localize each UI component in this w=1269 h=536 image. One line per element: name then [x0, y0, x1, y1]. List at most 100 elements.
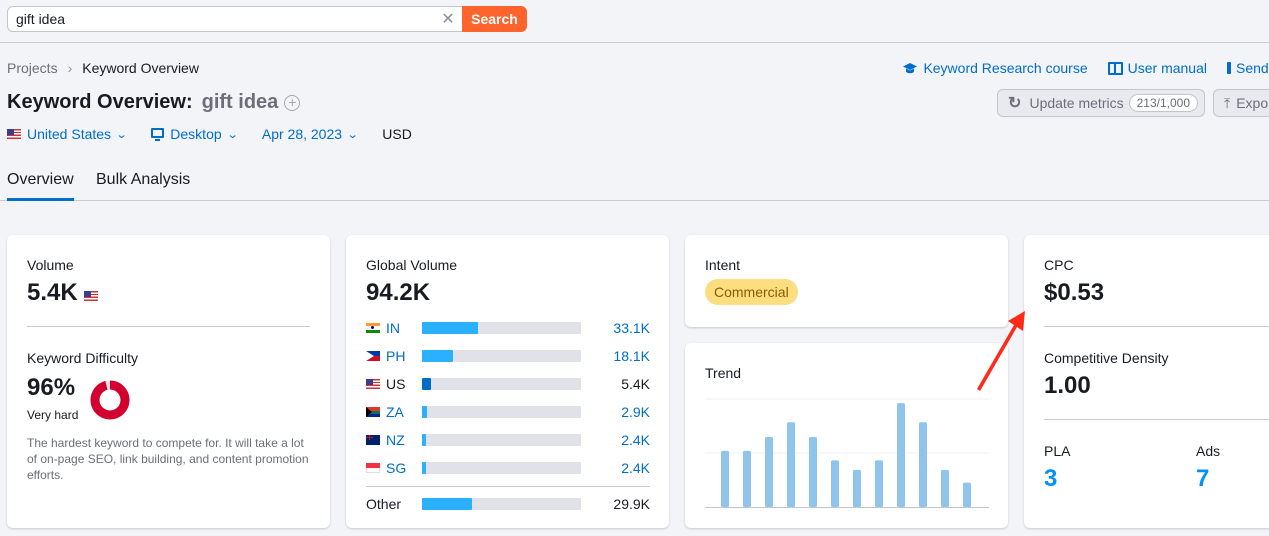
cpc-value: $0.53 — [1044, 279, 1105, 306]
other-label: Other — [366, 496, 402, 512]
update-metrics-label: Update metrics — [1029, 95, 1124, 111]
competitive-density-label: Competitive Density — [1044, 350, 1169, 366]
global-volume-row-nz: NZ 2.4K — [366, 431, 650, 449]
date-select[interactable]: Apr 28, 2023 ⌄ — [262, 126, 359, 142]
kd-value: 96% — [27, 374, 76, 401]
chevron-down-icon: ⌄ — [346, 128, 359, 141]
trend-bar[interactable] — [919, 422, 927, 507]
user-manual-link[interactable]: User manual — [1107, 60, 1207, 76]
chevron-right-icon: › — [67, 60, 73, 76]
trend-card: Trend — [685, 343, 1008, 528]
search-button[interactable]: Search — [462, 6, 527, 32]
divider — [1044, 326, 1269, 327]
trend-bar[interactable] — [941, 469, 949, 507]
country-code[interactable]: IN — [386, 320, 416, 336]
divider — [27, 326, 310, 327]
flag-sg-icon — [366, 463, 380, 473]
country-volume-bar — [422, 350, 581, 362]
global-volume-row-sg: SG 2.4K — [366, 459, 650, 477]
trend-chart — [705, 398, 989, 508]
country-volume-value[interactable]: 5.4K — [621, 376, 650, 392]
country-code[interactable]: PH — [386, 348, 416, 364]
volume-value: 5.4K — [27, 279, 78, 306]
graduation-cap-icon — [903, 62, 918, 73]
us-flag-icon — [7, 129, 21, 139]
global-volume-card: Global Volume 94.2K IN 33.1K PH 18.1K US 5.4K… — [346, 235, 669, 528]
global-volume-row-za: ZA 2.9K — [366, 403, 650, 421]
flag-za-icon — [366, 407, 380, 417]
kd-donut-arc — [90, 380, 130, 420]
cpc-label: CPC — [1044, 257, 1074, 273]
trend-bar[interactable] — [743, 450, 751, 507]
country-code[interactable]: US — [386, 376, 416, 392]
ads-label: Ads — [1196, 443, 1221, 459]
country-volume-bar — [422, 406, 581, 418]
chevron-down-icon: ⌄ — [115, 128, 128, 141]
annotation-arrow-icon — [977, 311, 1025, 391]
trend-bar[interactable] — [963, 482, 971, 507]
export-button[interactable]: ⤒ Export — [1213, 89, 1269, 117]
global-volume-row-in: IN 33.1K — [366, 319, 650, 337]
global-volume-row-us: US 5.4K — [366, 375, 650, 393]
page-title-keyword: gift idea — [201, 91, 279, 113]
keyword-research-course-label: Keyword Research course — [923, 60, 1088, 76]
refresh-icon: ↻ — [1008, 95, 1022, 112]
volume-label: Volume — [27, 257, 74, 273]
trend-bar[interactable] — [831, 460, 839, 507]
country-volume-value[interactable]: 2.4K — [621, 432, 650, 448]
send-feedback-link[interactable]: Send feedback — [1227, 60, 1269, 76]
export-label: Export — [1236, 95, 1269, 111]
intent-label: Intent — [705, 257, 741, 273]
device-select-label: Desktop — [170, 126, 222, 142]
add-to-list-icon[interactable]: + — [284, 94, 301, 111]
global-volume-row-ph: PH 18.1K — [366, 347, 650, 365]
country-select[interactable]: United States ⌄ — [7, 126, 128, 142]
country-code[interactable]: SG — [386, 460, 416, 476]
chevron-down-icon: ⌄ — [226, 128, 239, 141]
chat-icon — [1227, 62, 1231, 74]
other-bar-fill — [422, 498, 473, 510]
kd-label: Keyword Difficulty — [27, 350, 139, 366]
filters-bar: United States ⌄ Desktop ⌄ Apr 28, 2023 ⌄… — [7, 126, 437, 142]
breadcrumb-current: Keyword Overview — [82, 60, 199, 76]
country-volume-bar — [422, 378, 581, 390]
country-volume-value[interactable]: 33.1K — [613, 320, 650, 336]
country-code[interactable]: NZ — [386, 432, 416, 448]
tab-bulk-analysis[interactable]: Bulk Analysis — [96, 171, 190, 198]
intent-badge: Commercial — [705, 279, 798, 305]
country-volume-value[interactable]: 2.4K — [621, 460, 650, 476]
send-feedback-label: Send feedback — [1236, 60, 1269, 76]
country-volume-bar-fill — [422, 350, 453, 362]
clear-search-icon[interactable]: ✕ — [434, 6, 462, 32]
trend-bar[interactable] — [853, 469, 861, 507]
country-code[interactable]: ZA — [386, 404, 416, 420]
upload-icon: ⤒ — [1224, 94, 1231, 111]
ads-value[interactable]: 7 — [1196, 465, 1209, 493]
competitive-density-value: 1.00 — [1044, 372, 1091, 399]
trend-bar[interactable] — [875, 460, 883, 507]
help-links: Keyword Research course User manual Send… — [882, 60, 1269, 76]
breadcrumb-projects[interactable]: Projects — [7, 60, 58, 76]
us-flag-icon — [83, 290, 98, 301]
update-metrics-button[interactable]: ↻ Update metrics 213/1,000 — [997, 89, 1205, 117]
tab-overview[interactable]: Overview — [7, 171, 74, 201]
flag-nz-icon — [366, 435, 380, 445]
trend-bar[interactable] — [809, 437, 817, 507]
device-select[interactable]: Desktop ⌄ — [151, 126, 239, 142]
country-volume-bar-fill — [422, 378, 432, 390]
country-volume-value[interactable]: 2.9K — [621, 404, 650, 420]
keyword-search-input[interactable] — [7, 6, 434, 32]
page-title-prefix: Keyword Overview: — [7, 91, 193, 113]
trend-bar[interactable] — [765, 437, 773, 507]
country-volume-bar-fill — [422, 322, 478, 334]
country-volume-bar — [422, 462, 581, 474]
country-volume-bar-fill — [422, 462, 426, 474]
country-volume-bar — [422, 322, 581, 334]
keyword-research-course-link[interactable]: Keyword Research course — [902, 60, 1088, 76]
pla-value[interactable]: 3 — [1044, 465, 1057, 493]
trend-bar[interactable] — [721, 450, 729, 507]
trend-bar[interactable] — [897, 403, 905, 507]
country-volume-value[interactable]: 18.1K — [613, 348, 650, 364]
country-select-label: United States — [27, 126, 112, 142]
trend-bar[interactable] — [787, 422, 795, 507]
